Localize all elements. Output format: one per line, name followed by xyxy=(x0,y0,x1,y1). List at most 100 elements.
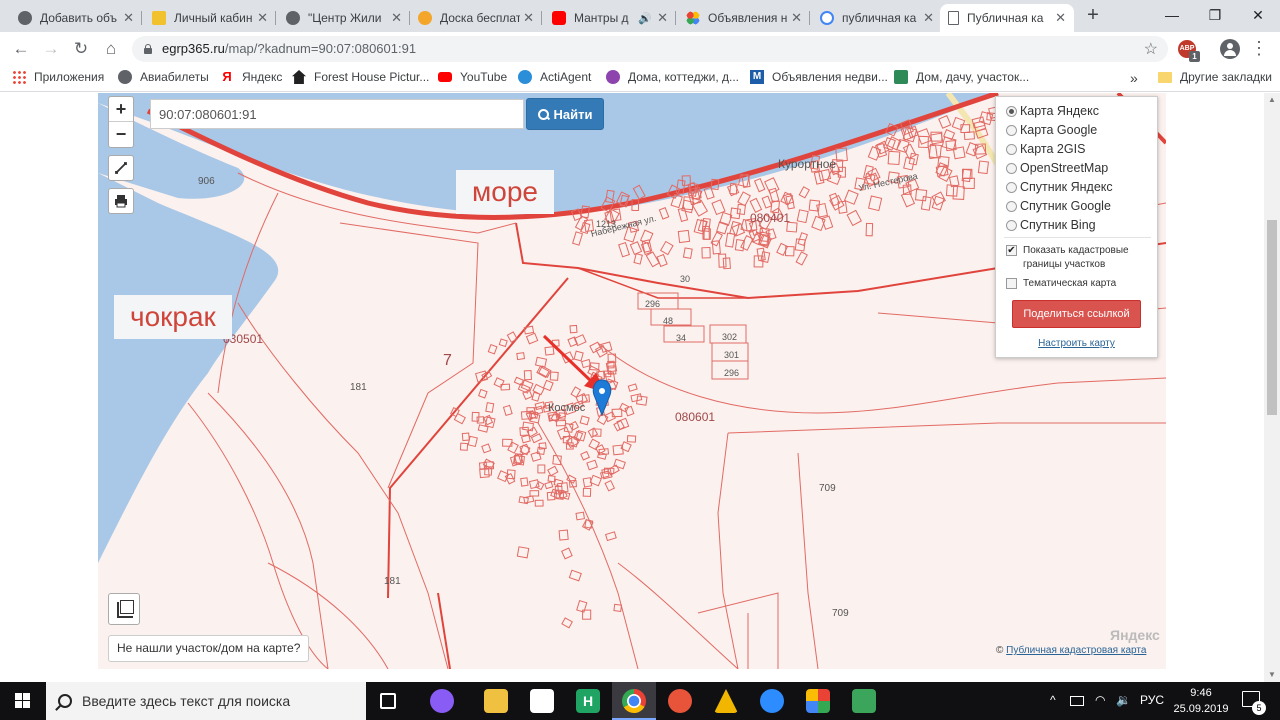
forward-button[interactable]: → xyxy=(38,36,64,62)
layer-option[interactable]: Карта 2GIS xyxy=(1006,142,1085,156)
bookmark-item[interactable]: YouTube xyxy=(438,70,507,84)
app-icon[interactable] xyxy=(760,689,784,713)
taskbar-clock[interactable]: 9:46 25.09.2019 xyxy=(1166,685,1236,717)
profile-avatar-icon[interactable] xyxy=(1220,39,1240,59)
layer-label: Карта 2GIS xyxy=(1020,142,1086,156)
app-icon[interactable] xyxy=(852,689,876,713)
bookmark-star-icon[interactable]: ☆ xyxy=(1144,39,1158,59)
new-tab-button[interactable]: + xyxy=(1082,4,1104,28)
back-button[interactable]: ← xyxy=(8,36,34,62)
bookmark-item[interactable]: Дом, дачу, участок... xyxy=(894,70,1029,84)
tab-active[interactable]: Публичная ка ✕ xyxy=(940,4,1074,32)
maximize-button[interactable]: ❐ xyxy=(1195,2,1235,28)
close-tab-icon[interactable]: ✕ xyxy=(1055,10,1066,26)
close-window-button[interactable]: ✕ xyxy=(1238,2,1278,28)
tab-5[interactable]: Мантры д 🔊 ✕ xyxy=(544,4,676,32)
bookmark-apps[interactable]: Приложения xyxy=(12,70,104,84)
land-parcel xyxy=(821,215,834,230)
close-tab-icon[interactable]: ✕ xyxy=(923,10,934,26)
close-tab-icon[interactable]: ✕ xyxy=(791,10,802,26)
bookmark-item[interactable]: Авиабилеты xyxy=(118,70,209,84)
radio-icon[interactable] xyxy=(1006,200,1017,212)
tray-overflow-icon[interactable]: ^ xyxy=(1050,693,1056,707)
task-view-icon[interactable] xyxy=(380,693,396,709)
close-tab-icon[interactable]: ✕ xyxy=(391,10,402,26)
radio-icon[interactable] xyxy=(1006,181,1017,193)
tab-7[interactable]: публичная ка ✕ xyxy=(812,4,942,32)
cadastral-map[interactable]: Курортное Ул. Нестерова Набережная ул. К… xyxy=(98,93,1166,669)
reload-button[interactable]: ↻ xyxy=(68,36,94,62)
file-explorer-icon[interactable] xyxy=(484,689,508,713)
start-button[interactable] xyxy=(0,682,46,720)
volume-icon[interactable]: 🔉 xyxy=(1116,693,1131,707)
address-bar[interactable]: egrp365.ru/map/?kadnum=90:07:080601:91 ☆ xyxy=(132,36,1168,62)
fullscreen-button[interactable] xyxy=(108,155,134,181)
checkbox-checked-icon[interactable]: ✔ xyxy=(1006,245,1017,256)
radio-selected-icon[interactable] xyxy=(1006,105,1017,117)
layer-option[interactable]: OpenStreetMap xyxy=(1006,161,1108,175)
search-button[interactable]: Найти xyxy=(526,98,604,130)
battery-icon[interactable] xyxy=(1070,696,1084,706)
lock-icon[interactable] xyxy=(144,44,152,54)
tab-2[interactable]: Личный кабин ✕ xyxy=(144,4,276,32)
thematic-checkbox-row[interactable]: Тематическая карта xyxy=(1006,277,1116,291)
checkbox-icon[interactable] xyxy=(1006,278,1017,289)
bookmark-item[interactable]: Forest House Pictur... xyxy=(292,70,429,84)
audio-playing-icon[interactable]: 🔊 xyxy=(638,12,652,25)
tab-6[interactable]: Объявления н ✕ xyxy=(678,4,810,32)
chrome-icon[interactable] xyxy=(622,689,646,713)
home-button[interactable]: ⌂ xyxy=(98,36,124,62)
radio-icon[interactable] xyxy=(1006,124,1017,136)
mail-icon[interactable] xyxy=(530,689,554,713)
page-scrollbar[interactable]: ▲ ▼ xyxy=(1264,93,1280,682)
radio-icon[interactable] xyxy=(1006,162,1017,174)
alice-assistant-icon[interactable] xyxy=(430,689,454,713)
print-button[interactable] xyxy=(108,188,134,214)
app-icon[interactable] xyxy=(806,689,830,713)
layer-option[interactable]: Спутник Яндекс xyxy=(1006,180,1113,194)
close-tab-icon[interactable]: ✕ xyxy=(523,10,534,26)
tab-4[interactable]: Доска бесплат ✕ xyxy=(410,4,542,32)
bookmark-item[interactable]: Я Яндекс xyxy=(220,70,282,85)
tab-1[interactable]: Добавить объ ✕ xyxy=(10,4,142,32)
app-icon[interactable] xyxy=(668,689,692,713)
wifi-icon[interactable]: ◠ xyxy=(1095,693,1105,707)
app-icon[interactable] xyxy=(714,689,738,713)
cadastral-search-input[interactable] xyxy=(150,99,524,129)
tab-3[interactable]: "Центр Жили ✕ xyxy=(278,4,410,32)
bookmark-item[interactable]: Дома, коттеджи, д... xyxy=(606,70,739,84)
close-tab-icon[interactable]: ✕ xyxy=(657,10,668,26)
scroll-up-arrow-icon[interactable]: ▲ xyxy=(1264,93,1280,107)
close-tab-icon[interactable]: ✕ xyxy=(123,10,134,26)
configure-map-link[interactable]: Настроить карту xyxy=(996,338,1157,349)
bookmarks-overflow-button[interactable]: » xyxy=(1130,70,1138,86)
public-cadastral-map-link[interactable]: Публичная кадастровая карта xyxy=(1006,645,1146,656)
share-link-button[interactable]: Поделиться ссылкой xyxy=(1012,300,1141,328)
layer-option[interactable]: Карта Google xyxy=(1006,123,1097,137)
not-found-parcel-button[interactable]: Не нашли участок/дом на карте? xyxy=(108,635,310,662)
tab-strip: Добавить объ ✕ Личный кабин ✕ "Центр Жил… xyxy=(0,0,1280,32)
bookmark-other-folder[interactable]: Другие закладки xyxy=(1158,70,1272,84)
layer-option[interactable]: Карта Яндекс xyxy=(1006,104,1099,118)
url-text[interactable]: egrp365.ru/map/?kadnum=90:07:080601:91 xyxy=(162,41,416,56)
scroll-down-arrow-icon[interactable]: ▼ xyxy=(1264,668,1280,682)
layer-option[interactable]: Спутник Bing xyxy=(1006,218,1096,232)
minimize-button[interactable]: — xyxy=(1152,2,1192,28)
bookmark-item[interactable]: ActiAgent xyxy=(518,70,591,84)
close-tab-icon[interactable]: ✕ xyxy=(257,10,268,26)
adblock-extension-icon[interactable]: ABP 1 xyxy=(1178,40,1200,62)
bookmark-item[interactable]: M Объявления недви... xyxy=(750,70,888,84)
zoom-out-button[interactable]: − xyxy=(109,122,133,147)
map-layers-toggle-icon[interactable] xyxy=(108,593,140,625)
scrollbar-thumb[interactable] xyxy=(1267,220,1277,415)
layer-option[interactable]: Спутник Google xyxy=(1006,199,1111,213)
spreadsheet-app-icon[interactable]: H xyxy=(576,689,600,713)
language-indicator[interactable]: РУС xyxy=(1140,693,1164,707)
taskbar-search-box[interactable]: Введите здесь текст для поиска xyxy=(46,682,366,720)
browser-menu-icon[interactable]: ⋮ xyxy=(1250,38,1268,58)
radio-icon[interactable] xyxy=(1006,143,1017,155)
zoom-in-button[interactable]: + xyxy=(109,97,133,122)
show-cadastral-checkbox-row[interactable]: ✔ Показать кадастровые границы участков xyxy=(1006,244,1151,272)
radio-icon[interactable] xyxy=(1006,219,1017,231)
land-parcel xyxy=(523,325,535,335)
